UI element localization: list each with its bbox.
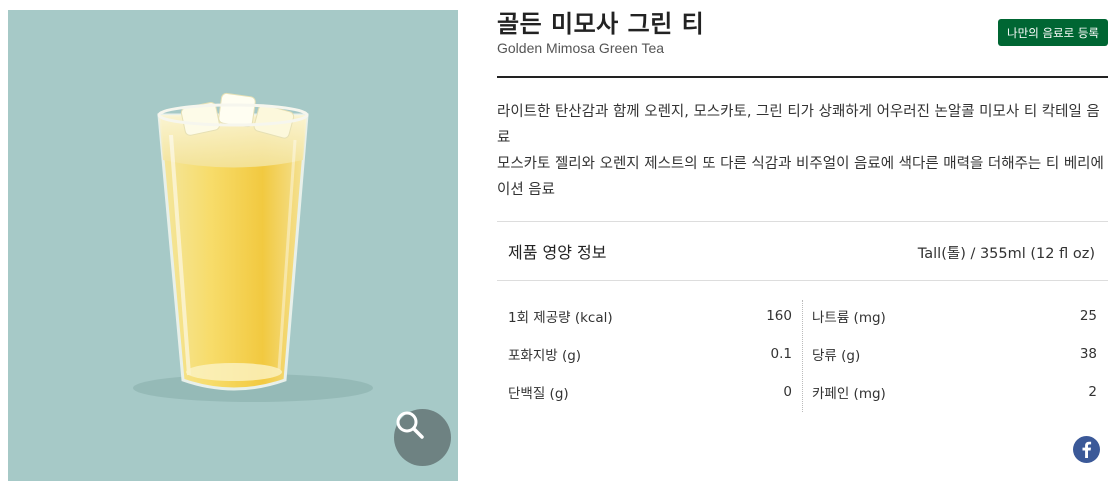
nutrition-row: 나트륨 (mg) 25 <box>812 297 1097 335</box>
nutrition-row: 포화지방 (g) 0.1 <box>508 335 792 373</box>
nutrition-row: 당류 (g) 38 <box>812 335 1097 373</box>
nutrition-row: 단백질 (g) 0 <box>508 373 792 411</box>
nutrition-row: 1회 제공량 (kcal) 160 <box>508 297 792 335</box>
divider <box>497 76 1108 78</box>
nutrient-value: 0 <box>783 384 792 400</box>
divider <box>497 280 1108 281</box>
nutrient-value: 0.1 <box>770 346 792 362</box>
product-image <box>8 10 458 481</box>
serving-size: Tall(톨) / 355ml (12 fl oz) <box>917 246 1095 262</box>
nutrient-label: 나트륨 (mg) <box>812 310 886 326</box>
nutrition-list-right: 나트륨 (mg) 25 당류 (g) 38 카페인 (mg) 2 <box>812 297 1097 411</box>
nutrient-label: 카페인 (mg) <box>812 386 886 402</box>
description-line: 모스카토 젤리와 오렌지 제스트의 또 다른 식감과 비주얼이 음료에 색다른 … <box>497 156 1104 198</box>
description-line: 라이트한 탄산감과 함께 오렌지, 모스카토, 그린 티가 상쾌하게 어우러진 … <box>497 104 1100 146</box>
nutrient-value: 160 <box>766 308 792 324</box>
product-title: 골든 미모사 그린 티 <box>497 10 705 38</box>
nutrition-title: 제품 영양 정보 <box>508 243 607 262</box>
product-subtitle: Golden Mimosa Green Tea <box>497 40 665 56</box>
product-description: 라이트한 탄산감과 함께 오렌지, 모스카토, 그린 티가 상쾌하게 어우러진 … <box>497 99 1108 203</box>
nutrient-label: 1회 제공량 (kcal) <box>508 310 613 326</box>
nutrient-value: 25 <box>1079 308 1097 324</box>
nutrition-list-left: 1회 제공량 (kcal) 160 포화지방 (g) 0.1 단백질 (g) 0 <box>508 297 792 411</box>
nutrient-label: 당류 (g) <box>812 348 861 364</box>
column-divider <box>802 300 803 412</box>
zoom-button[interactable] <box>394 409 451 466</box>
register-my-drink-button[interactable]: 나만의 음료로 등록 <box>998 19 1108 46</box>
iced-drink-illustration <box>133 92 373 402</box>
search-icon <box>396 411 424 439</box>
divider <box>497 221 1108 222</box>
nutrient-label: 단백질 (g) <box>508 386 569 402</box>
nutrition-row: 카페인 (mg) 2 <box>812 373 1097 411</box>
nutrient-label: 포화지방 (g) <box>508 348 582 364</box>
nutrient-value: 38 <box>1079 346 1097 362</box>
nutrient-value: 2 <box>1088 384 1097 400</box>
facebook-icon[interactable] <box>1073 436 1100 463</box>
